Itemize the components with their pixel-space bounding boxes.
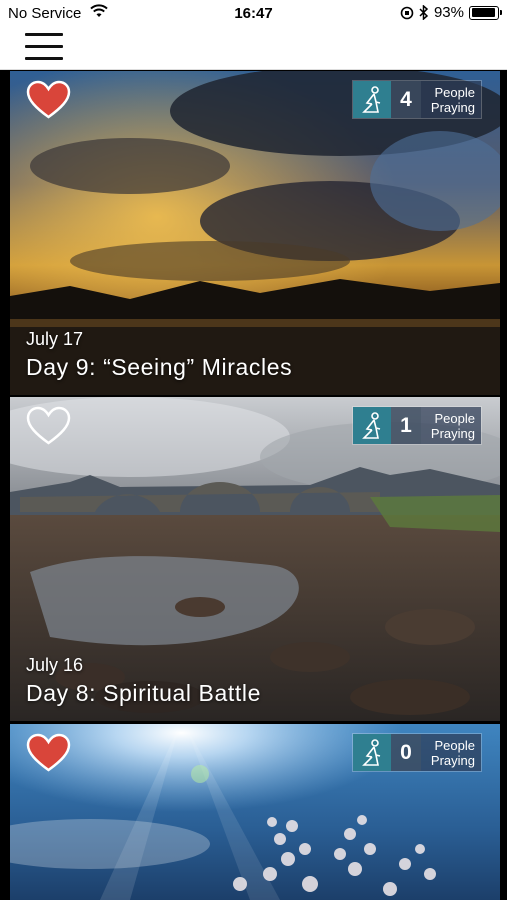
heart-outline-icon[interactable] <box>26 406 71 446</box>
praying-label: People Praying <box>421 734 481 771</box>
devotional-date: July 16 <box>26 655 84 675</box>
devotional-title: Day 8: Spiritual Battle <box>26 680 261 706</box>
praying-count: 4 <box>391 81 421 118</box>
bluetooth-icon <box>419 5 429 20</box>
devotional-card[interactable]: 0 People Praying <box>10 724 500 900</box>
praying-label: People Praying <box>421 407 481 444</box>
status-bar: No Service 16:47 93% <box>0 0 507 28</box>
devotional-feed[interactable]: 4 People Praying July 17 Day 9: “Seeing”… <box>0 71 507 900</box>
battery-icon <box>469 5 502 20</box>
devotional-card[interactable]: 1 People Praying July 16 Day 8: Spiritua… <box>10 397 500 721</box>
devotional-date: July 17 <box>26 329 84 349</box>
praying-hands-icon <box>353 734 391 771</box>
people-praying-button[interactable]: 4 People Praying <box>352 80 482 119</box>
people-praying-button[interactable]: 1 People Praying <box>352 406 482 445</box>
people-praying-button[interactable]: 0 People Praying <box>352 733 482 772</box>
navigation-bar <box>0 28 507 70</box>
heart-icon[interactable] <box>26 733 71 773</box>
devotional-image <box>10 71 500 395</box>
orientation-lock-icon <box>400 6 414 19</box>
praying-count: 0 <box>391 734 421 771</box>
devotional-image <box>10 397 500 721</box>
devotional-card[interactable]: 4 People Praying July 17 Day 9: “Seeing”… <box>10 71 500 395</box>
praying-hands-icon <box>353 407 391 444</box>
praying-count: 1 <box>391 407 421 444</box>
devotional-title: Day 9: “Seeing” Miracles <box>26 354 293 380</box>
heart-icon[interactable] <box>26 80 71 120</box>
praying-hands-icon <box>353 81 391 118</box>
hamburger-menu-button[interactable] <box>25 32 63 62</box>
praying-label: People Praying <box>421 81 481 118</box>
battery-percent: 93% <box>433 4 464 21</box>
